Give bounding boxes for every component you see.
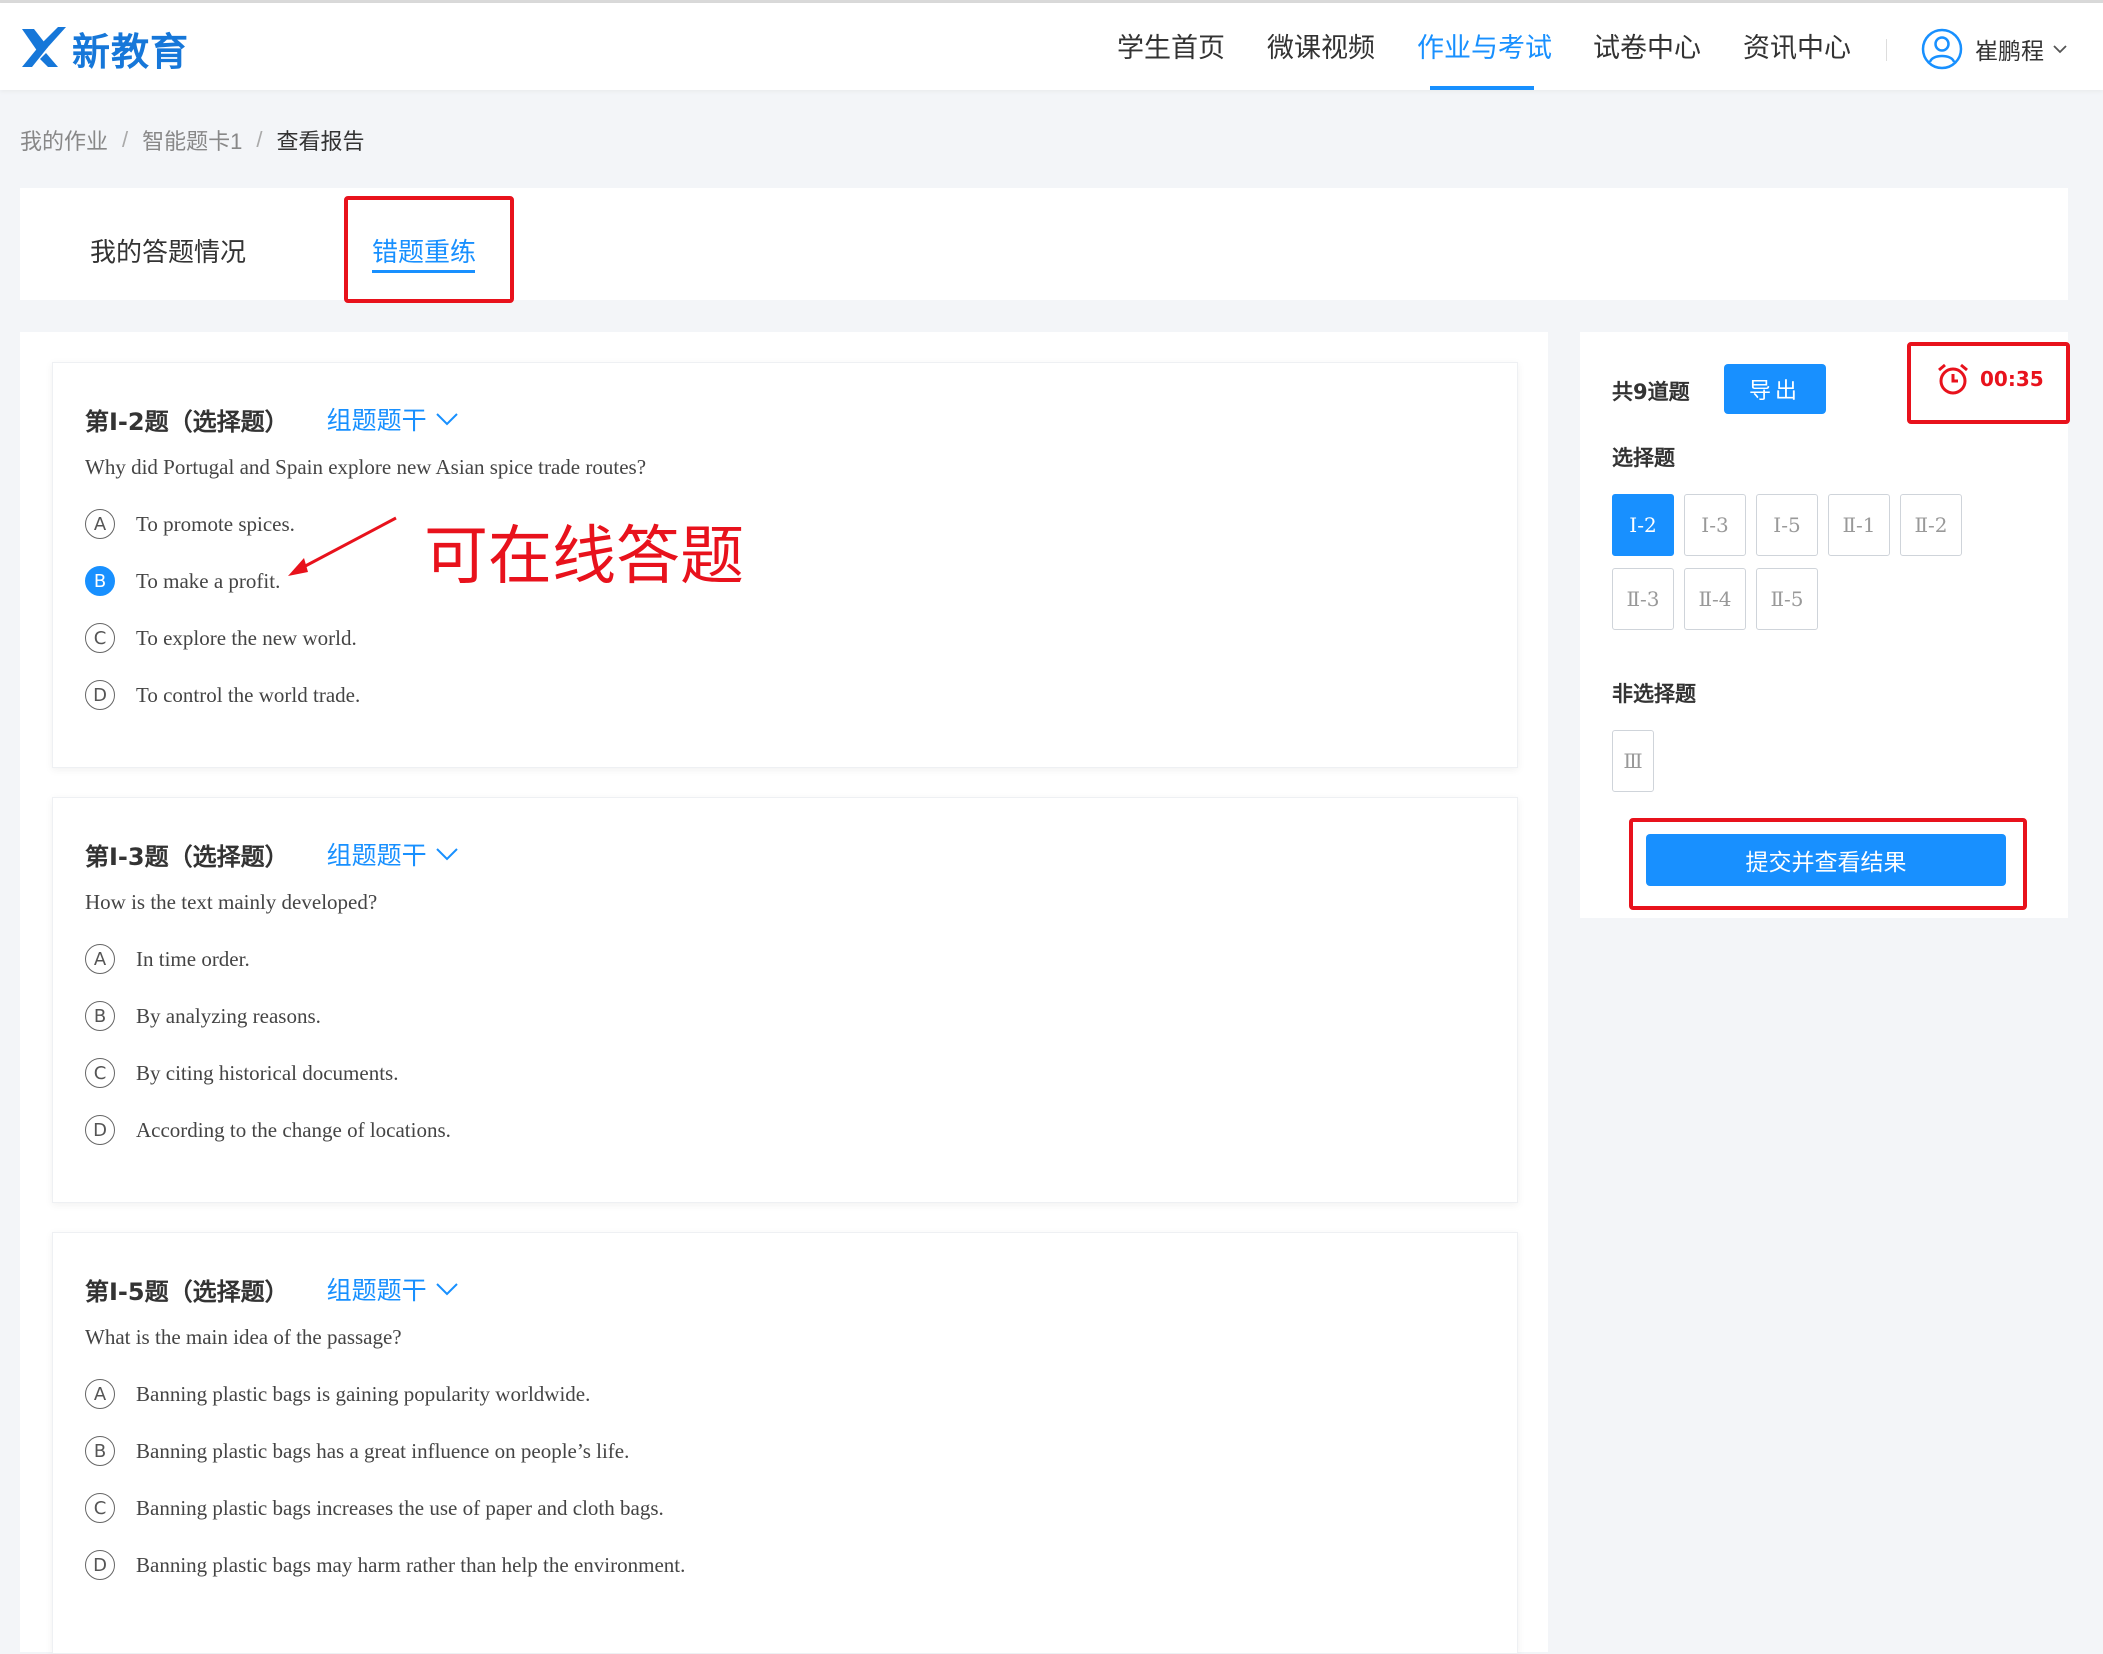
qnum-iii[interactable]: Ⅲ <box>1612 730 1654 792</box>
option-letter: A <box>85 509 115 539</box>
qnum-ii-1[interactable]: Ⅱ-1 <box>1828 494 1890 556</box>
nav-active-underline <box>1430 86 1534 90</box>
nav-news-center[interactable]: 资讯中心 <box>1743 3 1851 90</box>
option-b[interactable]: B To make a profit. <box>85 566 280 596</box>
annotation-box-submit <box>1629 818 2027 910</box>
option-text: In time order. <box>136 946 250 971</box>
option-letter: C <box>85 1493 115 1523</box>
option-d[interactable]: D According to the change of locations. <box>85 1115 451 1145</box>
option-c[interactable]: C To explore the new world. <box>85 623 357 653</box>
question-stem: How is the text mainly developed? <box>85 890 378 914</box>
option-d[interactable]: D To control the world trade. <box>85 680 360 710</box>
user-avatar-icon <box>1921 28 1963 70</box>
option-letter: D <box>85 1115 115 1145</box>
annotation-box-tab <box>344 196 514 303</box>
breadcrumb-current: 查看报告 <box>276 129 365 154</box>
group-stem-toggle[interactable]: 组题题干 <box>327 401 459 437</box>
group-stem-label: 组题题干 <box>326 407 427 435</box>
export-button[interactable]: 导出 <box>1724 364 1826 414</box>
group-stem-toggle[interactable]: 组题题干 <box>327 836 459 872</box>
option-a[interactable]: A Banning plastic bags is gaining popula… <box>85 1379 590 1409</box>
question-card-2: 第Ⅰ-3题（选择题） 组题题干 How is the text mainly d… <box>52 797 1518 1203</box>
nav-student-home[interactable]: 学生首页 <box>1117 3 1225 90</box>
question-total: 共9道题 <box>1612 380 1690 404</box>
annotation-box-timer <box>1907 342 2070 424</box>
option-text: To explore the new world. <box>136 625 357 650</box>
nav-micro-video[interactable]: 微课视频 <box>1267 3 1375 90</box>
option-a[interactable]: A To promote spices. <box>85 509 295 539</box>
qnum-i-3[interactable]: Ⅰ-3 <box>1684 494 1746 556</box>
option-text: Banning plastic bags may harm rather tha… <box>136 1552 686 1577</box>
chevron-down-icon <box>2053 45 2067 54</box>
option-text: By citing historical documents. <box>136 1060 399 1085</box>
question-title: 第Ⅰ-2题（选择题） <box>85 407 289 436</box>
question-header: 第Ⅰ-5题（选择题） 组题题干 <box>85 1271 459 1307</box>
xin-logo-icon <box>22 27 66 67</box>
breadcrumb: 我的作业 / 智能题卡1 / 查看报告 <box>20 124 365 156</box>
option-text: To promote spices. <box>136 511 295 536</box>
option-d[interactable]: D Banning plastic bags may harm rather t… <box>85 1550 685 1580</box>
qnum-ii-5[interactable]: Ⅱ-5 <box>1756 568 1818 630</box>
option-letter: D <box>85 680 115 710</box>
question-title: 第Ⅰ-5题（选择题） <box>85 1277 289 1306</box>
option-letter: A <box>85 944 115 974</box>
option-c[interactable]: C Banning plastic bags increases the use… <box>85 1493 664 1523</box>
option-b[interactable]: B By analyzing reasons. <box>85 1001 321 1031</box>
group-stem-label: 组题题干 <box>326 1277 427 1305</box>
tab-answer-status[interactable]: 我的答题情况 <box>90 232 246 269</box>
tabs-panel: 我的答题情况 错题重练 <box>20 188 2068 300</box>
qnum-i-5[interactable]: Ⅰ-5 <box>1756 494 1818 556</box>
qnum-ii-4[interactable]: Ⅱ-4 <box>1684 568 1746 630</box>
breadcrumb-smart-card[interactable]: 智能题卡1 <box>142 124 242 156</box>
question-header: 第Ⅰ-3题（选择题） 组题题干 <box>85 836 459 872</box>
annotation-online-answer: 可在线答题 <box>424 520 744 594</box>
option-a[interactable]: A In time order. <box>85 944 250 974</box>
question-card-3: 第Ⅰ-5题（选择题） 组题题干 What is the main idea of… <box>52 1232 1518 1654</box>
nav-paper-center[interactable]: 试卷中心 <box>1593 3 1701 90</box>
breadcrumb-separator: / <box>122 127 129 152</box>
option-letter: A <box>85 1379 115 1409</box>
option-text: To make a profit. <box>136 568 281 593</box>
option-b[interactable]: B Banning plastic bags has a great influ… <box>85 1436 629 1466</box>
qnum-ii-2[interactable]: Ⅱ-2 <box>1900 494 1962 556</box>
option-text: By analyzing reasons. <box>136 1003 321 1028</box>
chevron-down-icon <box>435 1283 458 1296</box>
breadcrumb-my-homework[interactable]: 我的作业 <box>20 124 108 156</box>
option-letter: D <box>85 1550 115 1580</box>
nav-homework-exam[interactable]: 作业与考试 <box>1417 3 1552 90</box>
option-text: Banning plastic bags increases the use o… <box>136 1495 664 1520</box>
non-choice-section-label: 非选择题 <box>1612 682 1696 706</box>
question-panel: 第Ⅰ-2题（选择题） 组题题干 Why did Portugal and Spa… <box>20 332 1548 1654</box>
option-letter: C <box>85 623 115 653</box>
question-stem: Why did Portugal and Spain explore new A… <box>85 455 647 479</box>
annotation-arrow-icon <box>288 516 397 576</box>
qnum-i-2[interactable]: Ⅰ-2 <box>1612 494 1674 556</box>
question-stem: What is the main idea of the passage? <box>85 1325 402 1349</box>
option-letter: B <box>85 1001 115 1031</box>
group-stem-toggle[interactable]: 组题题干 <box>327 1271 459 1307</box>
chevron-down-icon <box>435 848 458 861</box>
nav-divider <box>1886 39 1887 61</box>
option-text: According to the change of locations. <box>136 1117 451 1142</box>
option-letter: C <box>85 1058 115 1088</box>
question-title: 第Ⅰ-3题（选择题） <box>85 842 289 871</box>
breadcrumb-separator: / <box>256 127 263 152</box>
group-stem-label: 组题题干 <box>326 842 427 870</box>
option-text: Banning plastic bags has a great influen… <box>136 1438 630 1463</box>
logo[interactable]: 新教育 <box>18 23 190 74</box>
option-text: Banning plastic bags is gaining populari… <box>136 1381 591 1406</box>
choice-section-label: 选择题 <box>1612 446 1675 470</box>
qnum-ii-3[interactable]: Ⅱ-3 <box>1612 568 1674 630</box>
option-letter: B <box>85 1436 115 1466</box>
option-text: To control the world trade. <box>136 682 361 707</box>
option-letter: B <box>85 566 115 596</box>
logo-text: 新教育 <box>72 29 190 74</box>
top-header: 新教育 学生首页 微课视频 作业与考试 试卷中心 资讯中心 崔鹏程 <box>0 3 2103 90</box>
question-card-1: 第Ⅰ-2题（选择题） 组题题干 Why did Portugal and Spa… <box>52 362 1518 768</box>
question-header: 第Ⅰ-2题（选择题） 组题题干 <box>85 401 459 437</box>
user-menu[interactable]: 崔鹏程 <box>1921 27 2068 71</box>
chevron-down-icon <box>435 413 458 426</box>
option-c[interactable]: C By citing historical documents. <box>85 1058 398 1088</box>
user-name: 崔鹏程 <box>1975 38 2044 64</box>
